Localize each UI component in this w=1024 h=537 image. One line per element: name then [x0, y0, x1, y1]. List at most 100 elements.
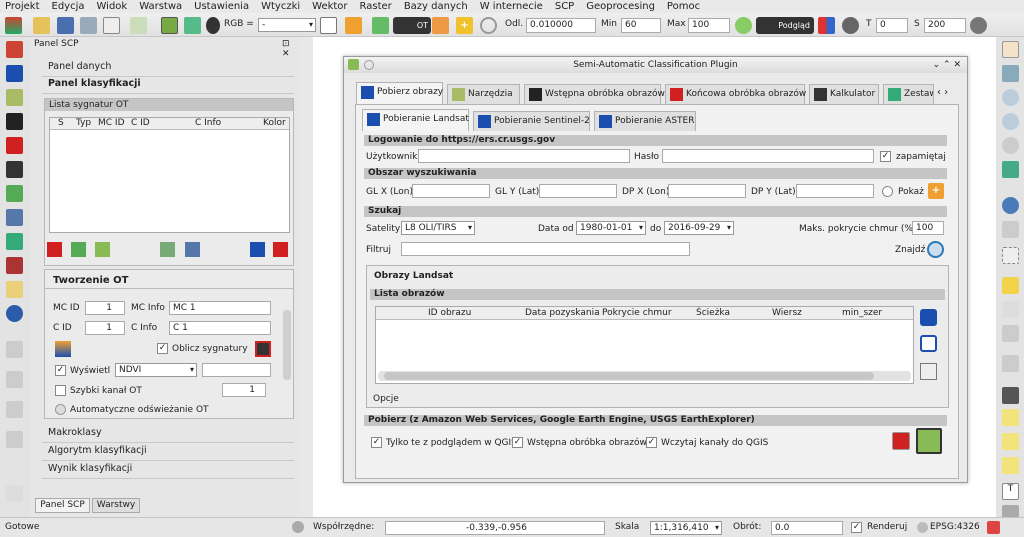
stats-icon[interactable] [1002, 355, 1019, 372]
find-search-icon[interactable] [927, 241, 944, 258]
menu-w-internecie[interactable]: W internecie [480, 1, 543, 13]
run-download-button[interactable] [916, 428, 942, 454]
redo-icon[interactable] [842, 17, 859, 34]
col-mc-id[interactable]: MC ID [98, 118, 125, 128]
subtab-aster[interactable]: Pobieranie ASTER [594, 111, 696, 131]
band-set-left-icon[interactable] [6, 233, 23, 250]
zoom-in-icon[interactable] [1002, 89, 1019, 106]
deselect-icon[interactable] [1002, 277, 1019, 294]
zoom-native-icon[interactable] [1002, 137, 1019, 154]
c-id-spin[interactable]: 1 [85, 321, 125, 335]
display-index-combo[interactable]: NDVI [115, 363, 197, 377]
user-input[interactable] [418, 149, 630, 163]
window-controls[interactable]: ⌄ ⌃ ✕ [933, 57, 961, 73]
roi-info-icon[interactable] [55, 341, 71, 357]
table-icon[interactable] [1002, 325, 1019, 342]
draw-icon[interactable] [320, 17, 337, 34]
col-acq-date[interactable]: Data pozyskania [525, 308, 600, 318]
coord-toggle-icon[interactable] [292, 521, 304, 533]
menu-raster[interactable]: Raster [360, 1, 392, 13]
rotation-spin[interactable]: 0.0 [771, 521, 843, 535]
col-typ[interactable]: Typ [76, 118, 91, 128]
remember-checkbox[interactable]: ✓ [880, 151, 891, 162]
tab-panel-scp[interactable]: Panel SCP [35, 498, 90, 513]
date-from-input[interactable]: 1980-01-01 [576, 221, 646, 235]
max-cloud-spin[interactable]: 100 [912, 221, 944, 235]
rgb-toggle-icon[interactable] [206, 17, 220, 34]
tools-icon[interactable] [6, 89, 23, 106]
crs-icon[interactable] [917, 522, 928, 533]
calculate-signature-icon[interactable] [95, 242, 110, 257]
col-path[interactable]: Ścieżka [696, 308, 730, 318]
col-min-lat[interactable]: min_szer [842, 308, 882, 318]
tab-wstepna-obrobka[interactable]: Wstępna obróbka obrazów [524, 84, 665, 104]
settings-icon[interactable] [970, 17, 987, 34]
user-manual-icon[interactable] [6, 281, 23, 298]
band-combo[interactable]: - [258, 18, 316, 32]
expression-icon[interactable] [1002, 301, 1019, 318]
text-annotation-icon[interactable]: T [1002, 483, 1019, 500]
export-signature-icon[interactable] [273, 242, 288, 257]
clear-table-icon[interactable] [920, 363, 937, 380]
tab-warstwy[interactable]: Warstwy [92, 498, 140, 513]
zoom-full-icon[interactable] [1002, 161, 1019, 178]
image-list-table[interactable]: ID obrazu Data pozyskania Pokrycie chmur… [375, 306, 914, 384]
col-image-id[interactable]: ID obrazu [428, 308, 471, 318]
merge-signature-icon[interactable] [71, 242, 86, 257]
col-kolor[interactable]: Kolor [263, 118, 286, 128]
draw-area-button[interactable]: + [928, 183, 944, 199]
tab-scroll-arrows[interactable]: ‹ › [937, 87, 948, 98]
signature-table[interactable]: S Typ MC ID C ID C Info Kolor [49, 117, 290, 233]
spectral-plot-small-icon[interactable] [160, 242, 175, 257]
load-bands-checkbox[interactable]: ✓ [646, 437, 657, 448]
save-icon[interactable] [57, 17, 74, 34]
import-signature-icon[interactable] [250, 242, 265, 257]
postprocessing-icon[interactable] [6, 137, 23, 154]
scp-layers-icon[interactable] [6, 41, 23, 58]
menu-widok[interactable]: Widok [97, 1, 128, 13]
epsg-label[interactable]: EPSG:4326 [930, 522, 980, 532]
zoom-roi-icon[interactable] [372, 17, 389, 34]
calc-signature-checkbox[interactable]: ✓ [157, 343, 168, 354]
odl-input[interactable]: 0.010000 [526, 18, 596, 33]
remove-row-icon[interactable] [920, 335, 937, 352]
only-preview-checkbox[interactable]: ✓ [371, 437, 382, 448]
menu-pomoc[interactable]: Pomoc [667, 1, 700, 13]
help-icon[interactable] [6, 305, 23, 322]
col-s[interactable]: S [58, 118, 64, 128]
rapid-roi-band-spin[interactable]: 1 [222, 383, 266, 397]
satellite-combo[interactable]: L8 OLI/TIRS [401, 221, 475, 235]
plot-icon[interactable] [432, 17, 449, 34]
menu-projekt[interactable]: Projekt [5, 1, 40, 13]
password-input[interactable] [662, 149, 874, 163]
roi-icon[interactable] [345, 17, 362, 34]
zoom-preview-icon[interactable] [735, 17, 752, 34]
filter-input[interactable] [401, 242, 690, 256]
print-icon[interactable] [103, 17, 120, 34]
scatter-plot-icon[interactable] [6, 209, 23, 226]
preprocessing-icon[interactable] [6, 113, 23, 130]
pan-to-selection-icon[interactable] [1002, 65, 1019, 82]
menu-wtyczki[interactable]: Wtyczki [261, 1, 300, 13]
pan-hand-icon[interactable] [1002, 41, 1019, 58]
date-to-input[interactable]: 2016-09-29 [664, 221, 734, 235]
select-features-icon[interactable] [1002, 247, 1019, 264]
preview-color-icon[interactable] [818, 17, 835, 34]
open-folder-icon[interactable] [33, 17, 50, 34]
spectral-plot-icon[interactable] [6, 185, 23, 202]
section-makroklasy[interactable]: Makroklasy [42, 427, 294, 443]
messages-icon[interactable] [987, 521, 1000, 534]
zoom-raster-icon[interactable] [184, 17, 201, 34]
col-c-id[interactable]: C ID [131, 118, 150, 128]
menu-warstwa[interactable]: Warstwa [139, 1, 182, 13]
tip-icon[interactable] [1002, 409, 1019, 426]
remove-signature-icon[interactable] [47, 242, 62, 257]
save-as-icon[interactable] [80, 17, 97, 34]
podglad-toggle[interactable]: Podgląd [756, 17, 814, 34]
coord-input[interactable]: -0.339,-0.956 [385, 521, 605, 535]
action-icon[interactable] [1002, 221, 1019, 238]
identify-icon[interactable] [1002, 197, 1019, 214]
select-icon[interactable] [130, 17, 147, 34]
download-icon[interactable] [6, 65, 23, 82]
menu-geoprocesing[interactable]: Geoprocesing [586, 1, 655, 13]
